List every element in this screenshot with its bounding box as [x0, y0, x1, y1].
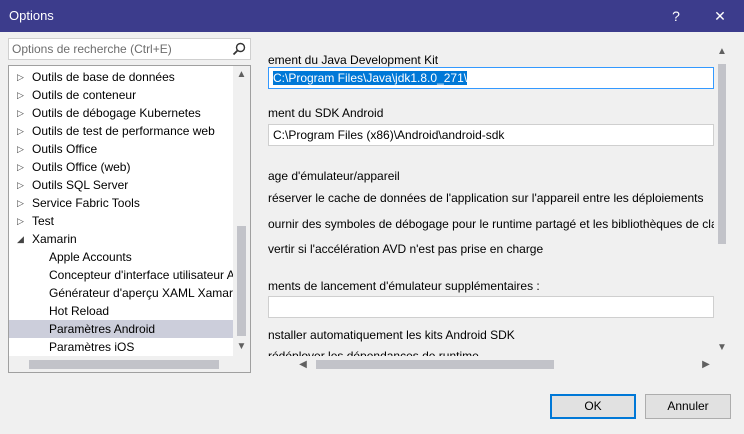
tree-vertical-scrollbar[interactable]: ▲ ▼ [233, 66, 250, 356]
emulator-args-label: ments de lancement d'émulateur supplémen… [268, 279, 540, 293]
debug-symbols-option[interactable]: ournir des symboles de débogage pour le … [268, 217, 718, 231]
sdk-location-label: ment du SDK Android [268, 106, 384, 120]
scroll-right-icon[interactable]: ▶ [698, 356, 714, 373]
search-icon[interactable] [232, 42, 246, 56]
tree-item-label: Paramètres iOS [49, 340, 135, 354]
collapsed-arrow-icon[interactable]: ▷ [17, 86, 27, 104]
collapsed-arrow-icon[interactable]: ▷ [17, 158, 27, 176]
window-title: Options [9, 8, 54, 23]
panel-vertical-scrollbar[interactable]: ▲ ▼ [714, 44, 730, 356]
collapsed-arrow-icon[interactable]: ▷ [17, 68, 27, 86]
tree-item[interactable]: ▷ Outils SQL Server [9, 176, 233, 194]
tree-item[interactable]: ▷ Outils Office [9, 140, 233, 158]
scroll-down-icon[interactable]: ▼ [233, 338, 250, 355]
collapsed-arrow-icon[interactable]: ▷ [17, 194, 27, 212]
tree-item[interactable]: Apple Accounts [9, 248, 233, 266]
android-settings-panel: ement du Java Development Kit C:\Program… [268, 44, 730, 374]
tree-item[interactable]: Hot Reload [9, 302, 233, 320]
preserve-cache-option[interactable]: réserver le cache de données de l'applic… [268, 191, 704, 205]
tree-item-label: Hot Reload [49, 304, 110, 318]
tree-item-label: Xamarin [32, 232, 77, 246]
help-button[interactable]: ? [656, 0, 696, 32]
scrollbar-thumb[interactable] [237, 226, 246, 336]
tree-item[interactable]: Paramètres Android [9, 320, 233, 338]
tree-item-label: Apple Accounts [49, 250, 132, 264]
tree-item-label: Concepteur d'interface utilisateur A [49, 268, 233, 282]
cancel-button[interactable]: Annuler [645, 394, 731, 419]
tree-item[interactable]: Paramètres iOS [9, 338, 233, 356]
jdk-location-field[interactable]: C:\Program Files\Java\jdk1.8.0_271\ [268, 67, 714, 89]
options-dialog: Options ? ✕ ▷ Outils de base de données ▷ O… [0, 0, 744, 434]
collapsed-arrow-icon[interactable]: ▷ [17, 104, 27, 122]
tree-item-label: Paramètres Android [49, 322, 156, 336]
tree-item-label: Générateur d'aperçu XAML Xamari [49, 286, 233, 300]
close-button[interactable]: ✕ [700, 0, 740, 32]
tree-horizontal-scrollbar[interactable] [9, 356, 233, 372]
tree-item[interactable]: ▷ Outils de base de données [9, 68, 233, 86]
tree-item[interactable]: ◢ Xamarin [9, 230, 233, 248]
tree-item[interactable]: ▷ Outils de conteneur [9, 86, 233, 104]
emulator-args-field[interactable] [268, 296, 714, 318]
tree-item-label: Outils de débogage Kubernetes [32, 106, 201, 120]
search-input[interactable] [12, 41, 227, 57]
scrollbar-thumb[interactable] [29, 360, 219, 369]
jdk-location-label: ement du Java Development Kit [268, 53, 439, 67]
expanded-arrow-icon[interactable]: ◢ [17, 230, 27, 248]
tree-item-label: Test [32, 214, 55, 228]
tree-item[interactable]: ▷ Service Fabric Tools [9, 194, 233, 212]
tree-item[interactable]: ▷ Outils de débogage Kubernetes [9, 104, 233, 122]
tree-item[interactable]: Concepteur d'interface utilisateur A [9, 266, 233, 284]
panel-horizontal-scrollbar[interactable]: ◀ ▶ [268, 356, 714, 373]
options-tree: ▷ Outils de base de données ▷ Outils de con… [8, 65, 251, 373]
collapsed-arrow-icon[interactable]: ▷ [17, 176, 27, 194]
scroll-up-icon[interactable]: ▲ [714, 44, 730, 60]
tree-item-label: Outils Office (web) [32, 160, 131, 174]
scrollbar-thumb[interactable] [718, 64, 726, 244]
tree-item[interactable]: ▷ Outils Office (web) [9, 158, 233, 176]
jdk-location-value: C:\Program Files\Java\jdk1.8.0_271\ [273, 71, 468, 85]
scrollbar-thumb[interactable] [316, 360, 554, 369]
install-sdk-option[interactable]: nstaller automatiquement les kits Androi… [268, 328, 515, 342]
search-box [8, 38, 251, 60]
tree-item[interactable]: ▷ Outils de test de performance web [9, 122, 233, 140]
scroll-up-icon[interactable]: ▲ [233, 66, 250, 83]
tree-item-label: Outils Office [32, 142, 98, 156]
title-bar: Options ? ✕ [0, 0, 744, 32]
collapsed-arrow-icon[interactable]: ▷ [17, 212, 27, 230]
tree-item[interactable]: ▷ Test [9, 212, 233, 230]
avd-warning-option[interactable]: vertir si l'accélération AVD n'est pas p… [268, 242, 543, 256]
tree-item-label: Service Fabric Tools [32, 196, 140, 210]
scroll-down-icon[interactable]: ▼ [714, 340, 730, 356]
collapsed-arrow-icon[interactable]: ▷ [17, 140, 27, 158]
ok-button[interactable]: OK [550, 394, 636, 419]
tree-item-label: Outils de base de données [32, 70, 175, 84]
scroll-corner [233, 356, 250, 372]
collapsed-arrow-icon[interactable]: ▷ [17, 122, 27, 140]
scroll-left-icon[interactable]: ◀ [295, 356, 311, 373]
tree-item-label: Outils de conteneur [32, 88, 137, 102]
emulator-section-header: age d'émulateur/appareil [268, 169, 400, 183]
tree-item[interactable]: Générateur d'aperçu XAML Xamari [9, 284, 233, 302]
tree-item-label: Outils SQL Server [32, 178, 129, 192]
tree-item-label: Outils de test de performance web [32, 124, 215, 138]
sdk-location-field[interactable]: C:\Program Files (x86)\Android\android-s… [268, 124, 714, 146]
